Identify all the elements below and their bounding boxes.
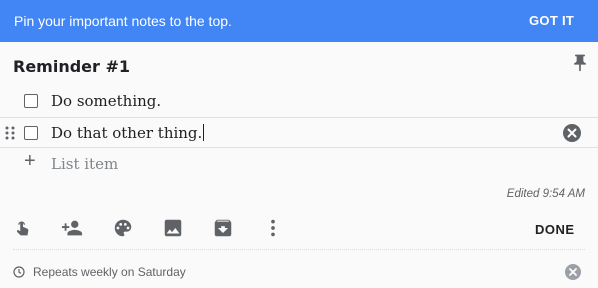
clock-icon xyxy=(13,266,25,278)
item-checkbox[interactable] xyxy=(24,94,38,108)
note-card: Reminder #1 Do something. Do that other … xyxy=(0,42,598,288)
item-text-editing[interactable]: Do that other thing. xyxy=(51,124,205,142)
remove-reminder-icon[interactable] xyxy=(565,264,581,280)
more-icon[interactable] xyxy=(262,217,284,239)
note-title[interactable]: Reminder #1 xyxy=(13,57,130,76)
palette-icon[interactable] xyxy=(112,217,134,239)
item-text[interactable]: Do something. xyxy=(51,92,161,110)
tip-banner: Pin your important notes to the top. GOT… xyxy=(0,0,598,42)
image-icon[interactable] xyxy=(162,217,184,239)
list-item: Do something. xyxy=(0,86,598,116)
got-it-button[interactable]: GOT IT xyxy=(529,13,574,28)
note-toolbar: DONE xyxy=(0,214,598,244)
item-text: Do that other thing. xyxy=(51,124,203,142)
divider xyxy=(13,249,585,250)
remove-item-icon[interactable] xyxy=(563,124,581,142)
collaborator-icon[interactable] xyxy=(61,217,83,239)
reminder-text: Repeats weekly on Saturday xyxy=(33,265,186,279)
archive-icon[interactable] xyxy=(212,217,234,239)
add-list-item[interactable]: + List item xyxy=(0,149,598,177)
banner-message: Pin your important notes to the top. xyxy=(14,13,232,29)
list-item-placeholder: List item xyxy=(51,155,119,173)
drag-handle-icon[interactable] xyxy=(5,126,15,140)
text-caret xyxy=(203,124,205,141)
item-checkbox[interactable] xyxy=(24,126,38,140)
pin-icon[interactable] xyxy=(570,53,590,73)
edited-timestamp: Edited 9:54 AM xyxy=(506,188,585,200)
done-button[interactable]: DONE xyxy=(535,222,575,237)
reminder-hand-icon[interactable] xyxy=(12,217,34,239)
plus-icon: + xyxy=(24,150,36,172)
list-item-active: Do that other thing. xyxy=(0,117,598,148)
reminder-chip[interactable]: Repeats weekly on Saturday xyxy=(13,264,588,282)
